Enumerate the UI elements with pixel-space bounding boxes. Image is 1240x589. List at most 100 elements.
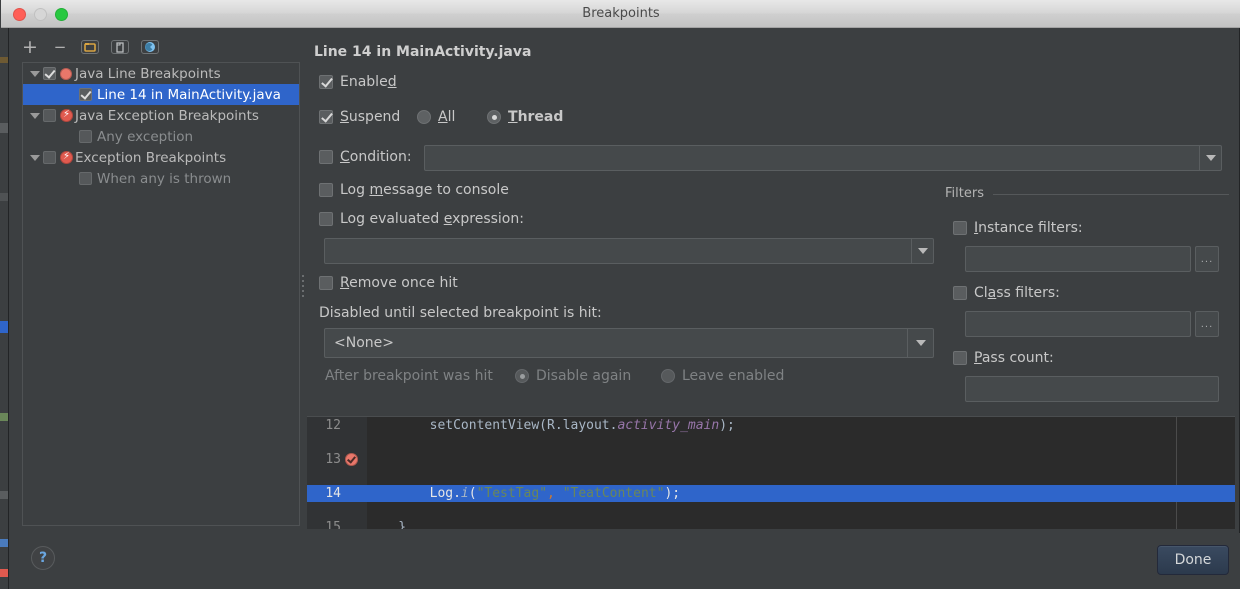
exception-breakpoint-icon	[60, 108, 73, 122]
tree-item-when-any-is-thrown[interactable]: When any is thrown	[23, 168, 299, 189]
suspend-thread-radio-row[interactable]: Thread	[487, 109, 563, 125]
suspend-thread-radio[interactable]	[487, 110, 501, 124]
disable-again-radio-row[interactable]: Disable again	[515, 368, 631, 384]
breakpoints-dialog: Breakpoints + − Java Line Breakpoints Li…	[1, 0, 1240, 589]
suspend-checkbox[interactable]	[319, 110, 333, 124]
after-hit-label: After breakpoint was hit	[325, 368, 493, 384]
line-number: 14	[325, 486, 341, 501]
done-button[interactable]: Done	[1157, 545, 1229, 575]
line-number: 12	[325, 418, 341, 433]
code-line-highlighted: 14 Log.i("TestTag", "TeatContent");	[307, 485, 1235, 502]
ellipsis-icon: ...	[1200, 253, 1214, 265]
log-expression-label: Log evaluated expression:	[340, 211, 524, 227]
tree-item-checkbox[interactable]	[43, 109, 56, 122]
exception-breakpoint-icon	[60, 150, 73, 164]
leave-enabled-radio-row[interactable]: Leave enabled	[661, 368, 784, 384]
condition-row[interactable]: Condition:	[319, 149, 412, 165]
instance-filters-checkbox[interactable]	[953, 221, 967, 235]
tree-item-exception-breakpoints[interactable]: Exception Breakpoints	[23, 147, 299, 168]
condition-checkbox[interactable]	[319, 150, 333, 164]
class-filters-row[interactable]: Class filters:	[953, 285, 1060, 301]
add-breakpoint-button[interactable]: +	[19, 36, 41, 58]
tree-item-checkbox[interactable]	[79, 130, 92, 143]
group-folder-icon	[81, 40, 99, 54]
disabled-until-combobox[interactable]: <None>	[324, 328, 934, 358]
group-folder-button[interactable]	[79, 36, 101, 58]
line-breakpoint-icon	[60, 67, 72, 80]
code-method-token: i	[460, 486, 469, 501]
filters-group: Filters Instance filters: ... Class filt…	[945, 186, 1233, 406]
log-message-row[interactable]: Log message to console	[319, 182, 509, 198]
tree-item-checkbox[interactable]	[43, 67, 56, 80]
breakpoints-tree[interactable]: Java Line Breakpoints Line 14 in MainAct…	[22, 62, 300, 526]
enabled-checkbox[interactable]	[319, 75, 333, 89]
class-filters-checkbox[interactable]	[953, 286, 967, 300]
suspend-thread-label: Thread	[508, 109, 564, 125]
remove-icon: −	[53, 37, 67, 56]
tree-item-checkbox[interactable]	[43, 151, 56, 164]
disabled-until-dropdown-arrow[interactable]	[907, 329, 933, 357]
suspend-all-radio[interactable]	[417, 110, 431, 124]
suspend-row[interactable]: Suspend	[319, 109, 400, 125]
log-message-checkbox[interactable]	[319, 183, 333, 197]
condition-dropdown-arrow[interactable]	[1199, 146, 1221, 170]
log-expression-row[interactable]: Log evaluated expression:	[319, 211, 524, 227]
tree-item-label: Exception Breakpoints	[75, 149, 227, 166]
condition-input[interactable]	[424, 145, 1222, 171]
disabled-until-label: Disabled until selected breakpoint is hi…	[319, 305, 602, 321]
code-string-token: "TestTag"	[476, 486, 548, 501]
tree-item-java-exception-breakpoints[interactable]: Java Exception Breakpoints	[23, 105, 299, 126]
leave-enabled-label: Leave enabled	[682, 368, 785, 384]
tree-item-java-line-breakpoints[interactable]: Java Line Breakpoints	[23, 63, 299, 84]
code-text: setContentView(R.layout.activity_main);	[367, 418, 735, 433]
pass-count-label: Pass count:	[974, 350, 1054, 366]
instance-filters-browse-button[interactable]: ...	[1195, 246, 1219, 272]
remove-once-hit-row[interactable]: Remove once hit	[319, 275, 458, 291]
panel-splitter-handle[interactable]	[300, 272, 306, 298]
add-icon: +	[22, 35, 38, 58]
disabled-until-value: <None>	[334, 335, 394, 351]
log-expression-checkbox[interactable]	[319, 212, 333, 226]
breakpoints-toolbar: + −	[19, 34, 299, 60]
javascript-breakpoint-button[interactable]	[139, 36, 161, 58]
pass-count-row[interactable]: Pass count:	[953, 350, 1054, 366]
log-expression-input[interactable]	[324, 238, 934, 264]
leave-enabled-radio[interactable]	[661, 369, 675, 383]
tree-item-checkbox[interactable]	[79, 88, 92, 101]
class-filters-input[interactable]	[965, 311, 1191, 337]
condition-label: Condition:	[340, 149, 412, 165]
suspend-label: Suspend	[340, 109, 401, 125]
enabled-label: Enabled	[340, 74, 397, 90]
tree-item-checkbox[interactable]	[79, 172, 92, 185]
enabled-row[interactable]: Enabled	[319, 74, 397, 90]
tree-item-line-14-mainactivity[interactable]: Line 14 in MainActivity.java	[23, 84, 299, 105]
chevron-down-icon[interactable]	[27, 154, 43, 161]
line-number: 13	[325, 452, 341, 467]
log-expression-dropdown-arrow[interactable]	[911, 239, 933, 263]
chevron-down-icon[interactable]	[27, 70, 43, 77]
class-filters-label: Class filters:	[974, 285, 1060, 301]
gutter-breakpoint-icon[interactable]	[345, 453, 358, 466]
chevron-down-icon[interactable]	[27, 112, 43, 119]
instance-filters-input[interactable]	[965, 246, 1191, 272]
instance-filters-row[interactable]: Instance filters:	[953, 220, 1083, 236]
pass-count-checkbox[interactable]	[953, 351, 967, 365]
code-preview[interactable]: 12 setContentView(R.layout.activity_main…	[307, 416, 1235, 529]
class-filters-browse-button[interactable]: ...	[1195, 311, 1219, 337]
window-title: Breakpoints	[582, 6, 660, 21]
code-text: Log.i("TestTag", "TeatContent");	[367, 486, 681, 501]
code-text: }	[367, 520, 407, 529]
disable-again-label: Disable again	[536, 368, 632, 384]
javascript-icon	[141, 40, 159, 54]
remove-breakpoint-button[interactable]: −	[49, 36, 71, 58]
help-button[interactable]: ?	[31, 546, 55, 570]
disable-again-radio[interactable]	[515, 369, 529, 383]
page-title: Line 14 in MainActivity.java	[314, 44, 532, 60]
pass-count-input[interactable]	[965, 376, 1219, 402]
tree-item-label: When any is thrown	[97, 170, 232, 187]
suspend-all-radio-row[interactable]: All	[417, 109, 455, 125]
copy-breakpoint-button[interactable]	[109, 36, 131, 58]
remove-once-hit-checkbox[interactable]	[319, 276, 333, 290]
done-button-label: Done	[1174, 552, 1212, 568]
tree-item-any-exception[interactable]: Any exception	[23, 126, 299, 147]
